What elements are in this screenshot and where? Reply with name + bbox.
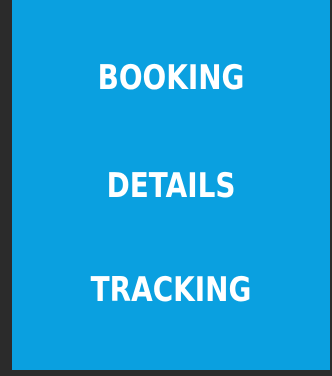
app-frame: BOOKING DETAILS TRACKING [0, 0, 332, 376]
menu-item-details[interactable]: DETAILS [41, 166, 302, 206]
menu-panel: BOOKING DETAILS TRACKING [12, 0, 330, 370]
menu-item-booking[interactable]: BOOKING [41, 58, 302, 98]
menu-item-tracking[interactable]: TRACKING [41, 270, 302, 310]
